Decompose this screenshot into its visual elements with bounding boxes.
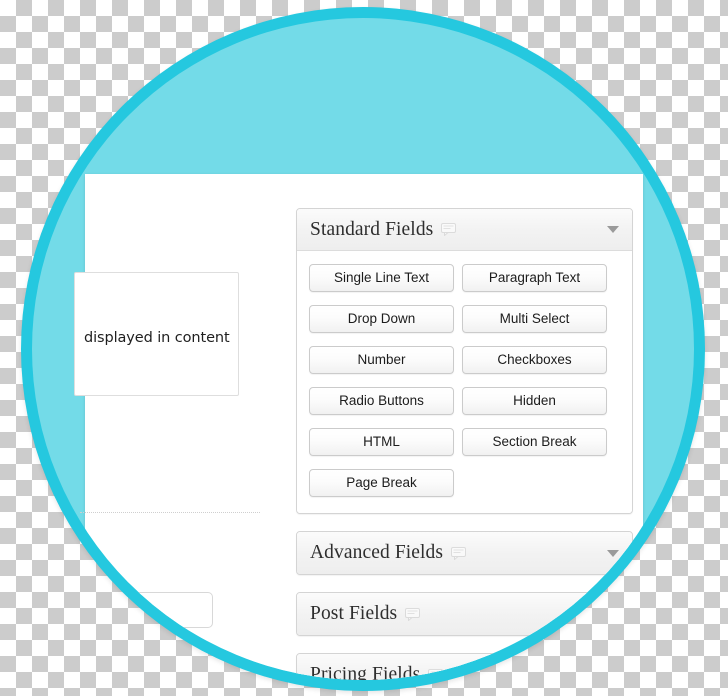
field-button-number[interactable]: Number (309, 346, 454, 374)
form-editor-pane: displayed in content (74, 174, 281, 680)
lower-empty-box[interactable] (101, 592, 213, 628)
field-button-hidden[interactable]: Hidden (462, 387, 607, 415)
content-preview-text: displayed in content (84, 330, 230, 346)
field-panels-sidebar: Standard Fields Single Line Text Paragraph… (296, 208, 633, 680)
field-button-drop-down[interactable]: Drop Down (309, 305, 454, 333)
panel-header-standard-fields[interactable]: Standard Fields (297, 209, 632, 251)
field-button-page-break[interactable]: Page Break (309, 469, 454, 497)
speech-bubble-icon[interactable] (451, 546, 467, 560)
dotted-divider (80, 512, 260, 513)
field-button-paragraph-text[interactable]: Paragraph Text (462, 264, 607, 292)
speech-bubble-icon[interactable] (405, 607, 421, 621)
field-button-single-line-text[interactable]: Single Line Text (309, 264, 454, 292)
field-button-grid: Single Line Text Paragraph Text Drop Down M… (309, 264, 620, 497)
speech-bubble-icon[interactable] (441, 223, 457, 236)
panel-header-post-fields[interactable]: Post Fields (297, 593, 632, 635)
panel-title-standard-fields: Standard Fields (310, 218, 434, 240)
circular-badge: displayed in content Standard Fields Sing… (21, 7, 705, 691)
panel-title-post-fields: Post Fields (310, 603, 398, 624)
panel-body-standard-fields: Single Line Text Paragraph Text Drop Down M… (297, 251, 632, 513)
field-button-checkboxes[interactable]: Checkboxes (462, 346, 607, 374)
panel-post-fields: Post Fields (296, 592, 633, 636)
field-button-html[interactable]: HTML (309, 428, 454, 456)
panel-advanced-fields: Advanced Fields (296, 531, 633, 575)
badge-fill: displayed in content Standard Fields Sing… (32, 18, 694, 680)
panel-title-advanced-fields: Advanced Fields (310, 542, 444, 563)
panel-standard-fields: Standard Fields Single Line Text Paragraph… (296, 208, 633, 514)
chevron-down-icon[interactable] (607, 549, 619, 557)
panel-header-pricing-fields[interactable]: Pricing Fields (297, 654, 632, 680)
panel-header-advanced-fields[interactable]: Advanced Fields (297, 532, 632, 574)
chevron-down-icon[interactable] (607, 226, 619, 233)
speech-bubble-icon[interactable] (428, 668, 444, 680)
field-button-multi-select[interactable]: Multi Select (462, 305, 607, 333)
field-button-radio-buttons[interactable]: Radio Buttons (309, 387, 454, 415)
panel-pricing-fields: Pricing Fields (296, 653, 633, 680)
app-window-screenshot: displayed in content Standard Fields Sing… (74, 174, 643, 680)
content-preview-box[interactable]: displayed in content (74, 272, 239, 396)
panel-title-pricing-fields: Pricing Fields (310, 664, 421, 680)
field-button-section-break[interactable]: Section Break (462, 428, 607, 456)
